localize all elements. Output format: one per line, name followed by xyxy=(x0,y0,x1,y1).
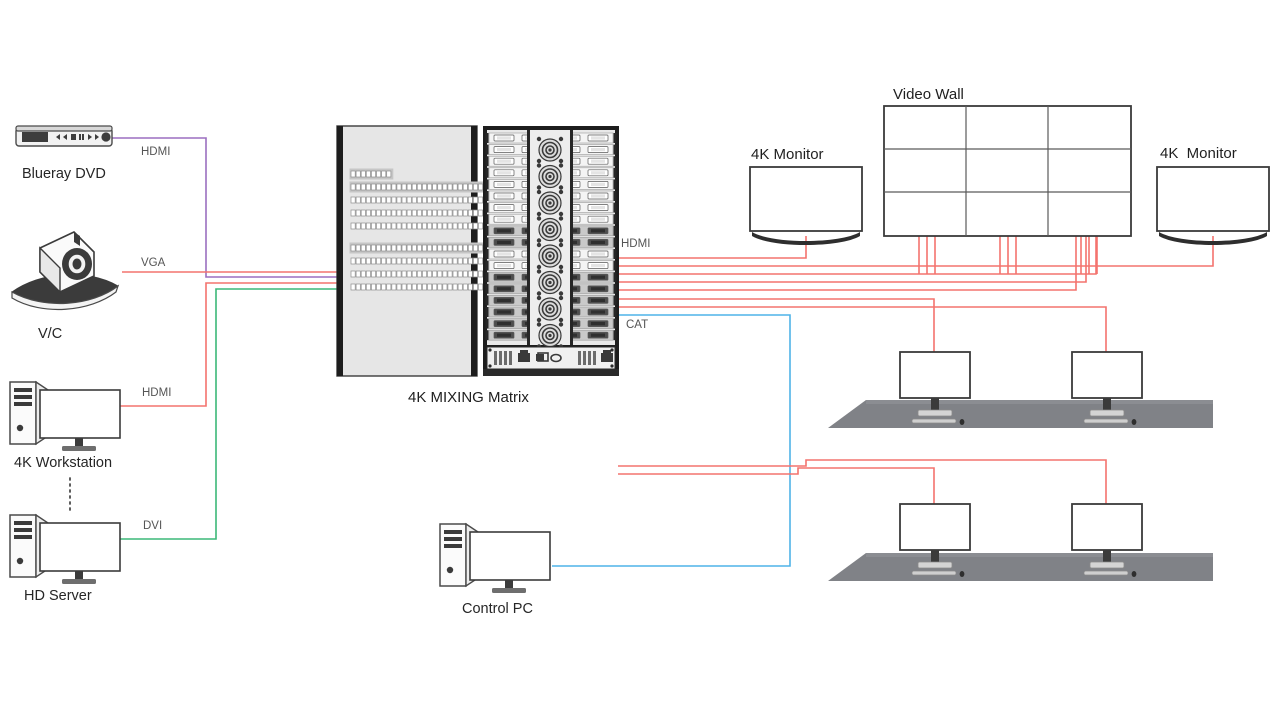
matrix-left-ports xyxy=(349,168,496,291)
monitor-left-device[interactable] xyxy=(749,166,863,245)
device-label-workstation: 4K Workstation xyxy=(14,455,113,471)
device-label-monitor-left: 4K Monitor xyxy=(751,146,824,163)
desk-lower[interactable] xyxy=(828,503,1213,581)
device-label-hd-server: HD Server xyxy=(24,588,92,604)
control-pc-device[interactable] xyxy=(439,522,551,593)
device-label-vc: V/C xyxy=(38,326,63,342)
cable-label-dvi-server: DVI xyxy=(143,520,163,532)
hd-server-device[interactable] xyxy=(9,513,121,584)
device-label-control-pc: Control PC xyxy=(462,601,533,617)
matrix-label: 4K MIXING Matrix xyxy=(408,389,529,406)
diagram-canvas: { "diagram": { "title": "4K MIXING Matri… xyxy=(0,0,1280,713)
video-wall-device[interactable] xyxy=(883,105,1132,237)
vc-camera-device[interactable] xyxy=(11,231,120,311)
blueray-dvd-device[interactable] xyxy=(15,125,113,147)
cable-label-hdmi-ws: HDMI xyxy=(142,387,172,399)
cable-label-hdmi-out: HDMI xyxy=(621,238,651,250)
device-label-monitor-right: 4K Monitor xyxy=(1160,145,1237,162)
device-label-video-wall: Video Wall xyxy=(893,86,964,103)
desk-upper[interactable] xyxy=(828,351,1213,428)
matrix-fan-column xyxy=(527,130,573,349)
cable-label-vga-vc: VGA xyxy=(141,257,166,269)
monitor-right-device[interactable] xyxy=(1156,166,1270,245)
matrix-left-panel[interactable] xyxy=(336,125,496,377)
workstation-device[interactable] xyxy=(9,380,121,451)
device-label-blueray-dvd: Blueray DVD xyxy=(22,166,106,182)
device-layer xyxy=(9,105,1270,593)
cable-label-hdmi-dvd: HDMI xyxy=(141,146,171,158)
cable-label-cat-out: CAT xyxy=(626,319,649,331)
matrix-right-panel[interactable] xyxy=(483,126,619,376)
